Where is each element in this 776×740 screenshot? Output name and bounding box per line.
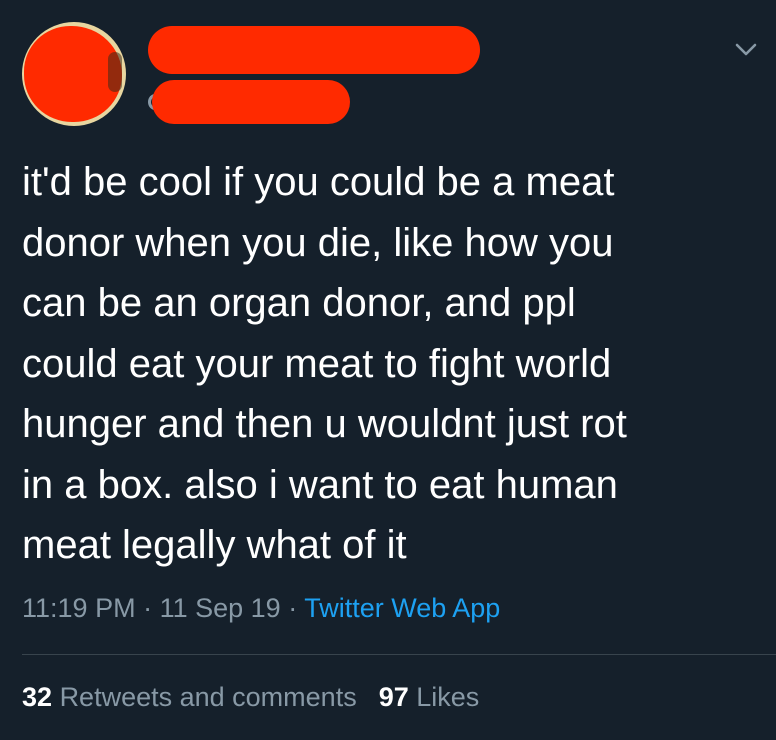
likes-count: 97: [378, 682, 409, 712]
divider: [22, 654, 776, 655]
tweet: it'd be cool if you could be a meat dono…: [0, 0, 776, 740]
tweet-meta: 11:19 PM · 11 Sep 19 · Twitter Web App: [22, 588, 500, 628]
retweets-label: Retweets and comments: [59, 682, 357, 712]
tweet-source-link[interactable]: Twitter Web App: [304, 593, 500, 623]
likes-label: Likes: [416, 682, 480, 712]
chevron-down-icon: [735, 43, 757, 56]
likes-stat[interactable]: 97 Likes: [379, 682, 480, 712]
meta-separator: ·: [280, 593, 305, 623]
tweet-text: it'd be cool if you could be a meat dono…: [22, 160, 627, 567]
retweets-count: 32: [22, 682, 53, 712]
tweet-stats: 32 Retweets and comments 97 Likes: [22, 677, 479, 717]
meta-separator: ·: [135, 593, 160, 623]
handle-redaction[interactable]: [152, 80, 350, 124]
display-name-redaction[interactable]: [148, 26, 480, 74]
tweet-menu-button[interactable]: [732, 36, 760, 64]
retweets-stat[interactable]: 32 Retweets and comments: [22, 682, 357, 712]
tweet-date[interactable]: 11 Sep 19: [160, 593, 281, 623]
avatar[interactable]: [22, 22, 126, 126]
avatar-detail: [108, 52, 122, 92]
tweet-time[interactable]: 11:19 PM: [22, 593, 136, 623]
